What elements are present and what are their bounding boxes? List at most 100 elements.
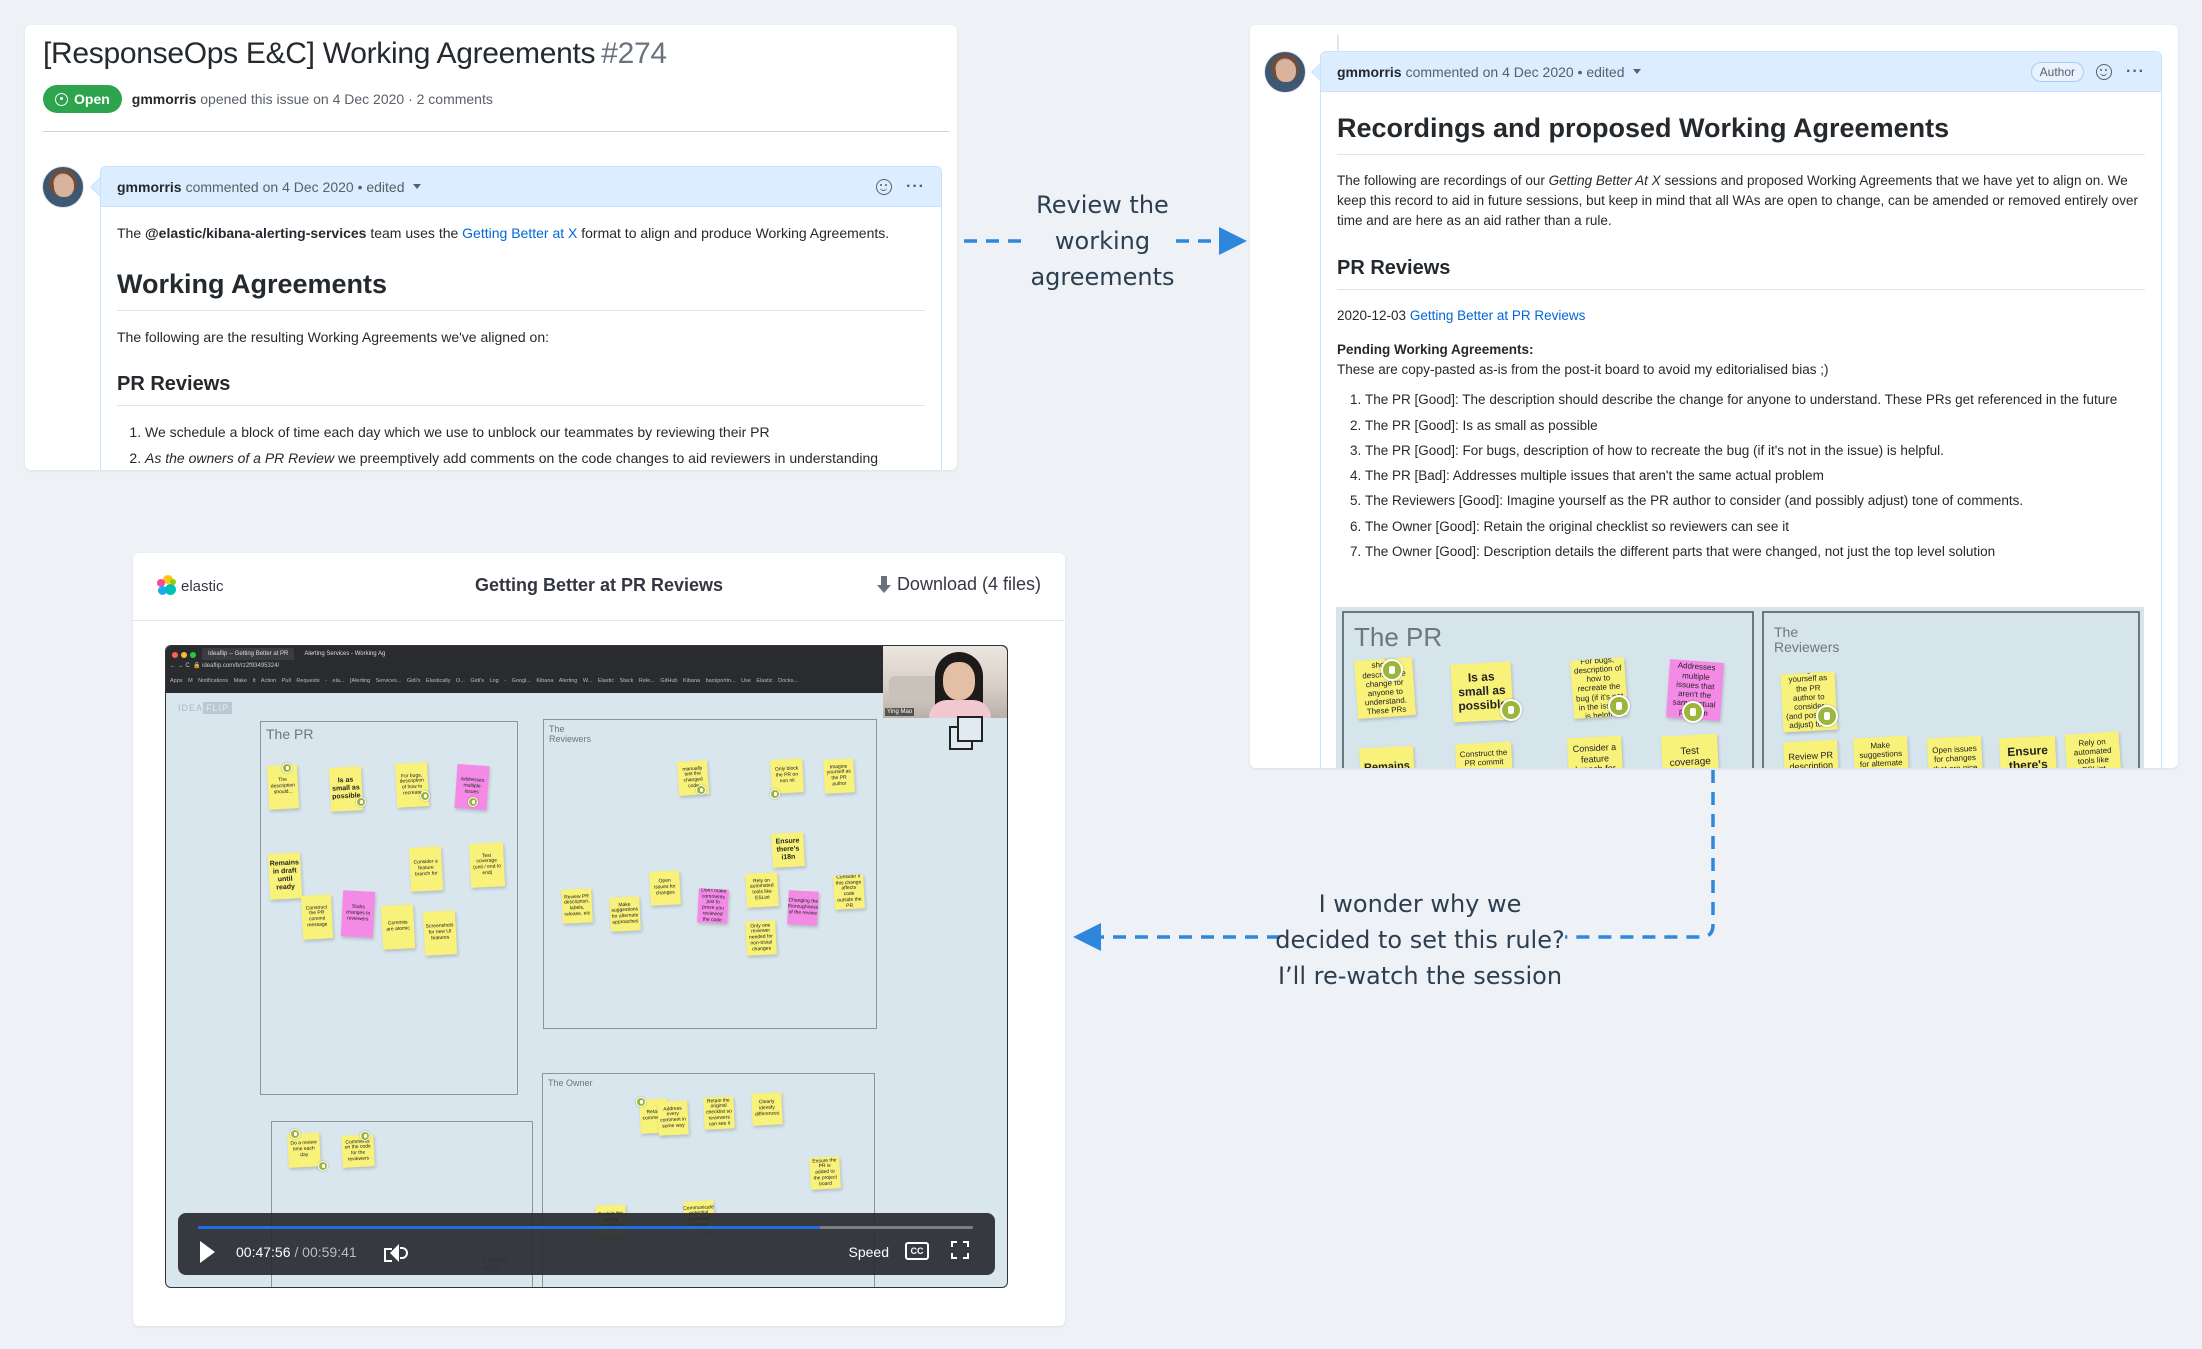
list-item: The PR [Bad]: Addresses multiple issues … <box>1365 466 2145 486</box>
sticky-note: Remains <box>1358 745 1416 768</box>
board-screenshot[interactable]: The PR The Reviewers The description sho… <box>1336 607 2144 768</box>
sticky-note: Retain the original checklist so reviewe… <box>703 1096 735 1130</box>
sticky-note: Don't make comments just to prove you re… <box>697 888 729 924</box>
sticky-note: Stubs changes to reviewers <box>340 890 376 938</box>
sticky-note: Test coverage (unit / end to end) <box>468 842 506 888</box>
intro-prefix: The following are recordings of our <box>1337 172 1545 188</box>
sticky-note: Consider a feature branch for <box>408 846 444 892</box>
list-item: The PR [Good]: For bugs, description of … <box>1365 441 2145 461</box>
sticky-note: Commits are atomic <box>380 904 416 950</box>
sticky-note: Open issues for changes <box>649 870 681 906</box>
video-player[interactable]: Ideaflip -- Getting Better at PR Alertin… <box>165 645 1008 1288</box>
session-recording-link[interactable]: Getting Better at PR Reviews <box>1410 308 1586 323</box>
session-date: 2020-12-03 <box>1337 307 1407 323</box>
comment-header: gmmorris commented on 4 Dec 2020 • edite… <box>101 167 941 207</box>
recorded-tab: Alerting Services - Working Ag <box>304 651 386 657</box>
thumbs-up-icon <box>318 1161 328 1171</box>
comment-paragraph: The following are the resulting Working … <box>117 328 549 345</box>
sticky-note: Clearly identify differences <box>751 1092 783 1126</box>
comment-intro: The @elastic/kibana-alerting-services te… <box>117 223 925 244</box>
webcam-participant-name: Ying Mao <box>885 708 915 716</box>
agreements-list: We schedule a block of time each day whi… <box>117 422 925 469</box>
avatar[interactable] <box>42 166 84 208</box>
recorded-url: ← → C 🔒 ideaflip.com/b/rz2f93495324/ <box>170 663 280 669</box>
sticky-note: Changing the thoroughness of the review <box>787 890 819 926</box>
annotation-line: I’ll re-watch the session <box>1277 962 1563 990</box>
recorded-bookmarks-bar: Apps M Notifications Make It Action Pull… <box>170 678 799 684</box>
pending-label: Pending Working Agreements: <box>1337 341 1534 357</box>
team-mention[interactable]: @elastic/kibana-alerting-services <box>145 225 366 241</box>
video-recording-card: elastic Getting Better at PR Reviews Dow… <box>133 553 1065 1326</box>
getting-better-link[interactable]: Getting Better at X <box>462 225 577 241</box>
ideaflip-logo-a: IDEA <box>178 703 204 713</box>
heading-recordings: Recordings and proposed Working Agreemen… <box>1337 112 2145 155</box>
add-reaction-icon[interactable] <box>876 178 893 195</box>
list-item: The PR [Good]: Is as small as possible <box>1365 416 2145 436</box>
board-group-title: The Reviewers <box>549 724 592 744</box>
issue-meta: gmmorris opened this issue on 4 Dec 2020… <box>132 91 493 107</box>
sticky-note: Make suggestions for alternate approache… <box>1852 735 1910 768</box>
download-label: Download (4 files) <box>896 574 1041 594</box>
more-options-icon[interactable]: ··· <box>906 178 925 196</box>
status-badge-label: Open <box>74 91 110 107</box>
intro-suffix: format to align and produce Working Agre… <box>581 225 890 241</box>
sticky-note: Review PR description <box>1782 739 1840 768</box>
thumbs-up-icon <box>356 797 366 807</box>
recordings-intro: The following are recordings of our Gett… <box>1337 171 2145 232</box>
avatar[interactable] <box>1264 51 1306 93</box>
download-button[interactable]: Download (4 files) <box>876 574 1041 595</box>
session-line: 2020-12-03 Getting Better at PR Reviews <box>1337 306 2145 326</box>
comment-body: The @elastic/kibana-alerting-services te… <box>101 207 941 470</box>
fullscreen-icon[interactable] <box>951 1241 969 1259</box>
thumbs-up-icon <box>282 763 292 773</box>
issue-meta-text: opened this issue on 4 Dec 2020 · 2 comm… <box>200 91 493 107</box>
heading-working-agreements: Working Agreements <box>117 268 925 311</box>
thumbs-up-icon <box>420 791 430 801</box>
comment-author-link[interactable]: gmmorris <box>117 179 182 195</box>
more-options-icon[interactable]: ··· <box>2126 63 2145 81</box>
download-icon <box>876 575 891 594</box>
closed-captions-icon[interactable]: CC <box>905 1242 929 1260</box>
issue-author-link[interactable]: gmmorris <box>132 91 197 107</box>
thumbs-up-icon <box>636 1097 646 1107</box>
picture-in-picture-icon[interactable] <box>949 716 985 752</box>
recorded-url-text: ideaflip.com/b/rz2f93495324/ <box>202 663 280 669</box>
annotation-review: Review the working agreements <box>1030 191 1175 291</box>
edited-dropdown-icon[interactable] <box>412 184 421 189</box>
thumbs-up-icon <box>1381 659 1403 681</box>
thumbs-up-icon <box>770 789 780 799</box>
board-group-title: The PR <box>1354 622 1443 652</box>
timecode: 00:47:56 / 00:59:41 <box>236 1244 357 1260</box>
sticky-note: Construct the PR commit message <box>300 894 334 940</box>
recorded-browser-chrome: Ideaflip -- Getting Better at PR Alertin… <box>166 646 1007 693</box>
list-item: We schedule a block of time each day whi… <box>145 422 925 443</box>
comment-author-link[interactable]: gmmorris <box>1337 64 1402 80</box>
list-item: The Reviewers [Good]: Imagine yourself a… <box>1365 491 2145 511</box>
progress-bar[interactable] <box>198 1226 973 1229</box>
play-icon[interactable] <box>200 1241 215 1263</box>
pending-block: Pending Working Agreements: These are cop… <box>1337 340 2145 381</box>
intro-prefix: The <box>117 225 142 241</box>
issue-number: #274 <box>601 37 667 70</box>
sticky-note: Construct the PR commit message <box>1454 741 1514 768</box>
divider <box>43 131 949 132</box>
speed-button[interactable]: Speed <box>849 1244 889 1260</box>
list-item: As the owners of a PR Review we preempti… <box>145 448 925 469</box>
sticky-note: Ensure there's i18n <box>771 832 805 868</box>
board-group-title: The Reviewers <box>1774 624 1840 656</box>
ideaflip-logo-b: FLIP <box>203 702 233 714</box>
sticky-note: Rely on automated tools like ESLint <box>2064 731 2122 768</box>
heading-pr-reviews: PR Reviews <box>117 372 925 406</box>
volume-icon[interactable] <box>384 1243 410 1263</box>
thumbs-up-icon <box>696 785 706 795</box>
recordings-comment-card: gmmorris commented on 4 Dec 2020 • edite… <box>1250 25 2178 768</box>
intro-mid: team uses the <box>370 225 459 241</box>
thumbs-up-icon <box>468 797 478 807</box>
issue-opened-icon <box>55 92 68 106</box>
thumbs-up-icon <box>1608 695 1630 717</box>
window-controls <box>172 652 196 658</box>
add-reaction-icon[interactable] <box>2096 63 2113 80</box>
edited-dropdown-icon[interactable] <box>1632 69 1641 74</box>
sticky-note: Ensure there's <box>1998 735 2058 768</box>
sticky-note: Comments on the code for the reviewers <box>341 1134 375 1168</box>
